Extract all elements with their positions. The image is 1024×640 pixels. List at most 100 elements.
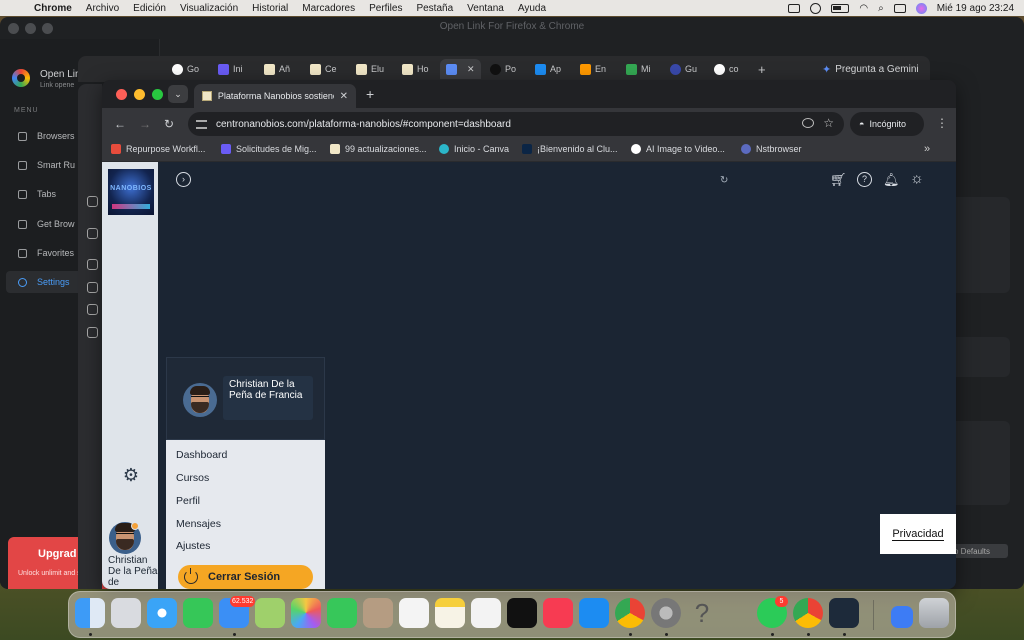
extension-icon[interactable] [87,327,98,338]
apple-tv-icon[interactable] [507,598,537,628]
refresh-icon[interactable]: ↻ [720,175,728,186]
extension-icon[interactable] [87,304,98,315]
menu-ayuda[interactable]: Ayuda [518,3,546,14]
contacts-icon[interactable] [363,598,393,628]
settings-gear-icon[interactable]: ⚙ [120,464,142,486]
mid-tab[interactable]: Ho [402,59,429,79]
sun-theme-icon[interactable]: ☼ [910,170,924,187]
menu-item-dashboard[interactable]: Dashboard [176,449,227,461]
finder-window-icon[interactable] [891,606,913,628]
spotlight-search-icon[interactable]: ⌕ [878,3,884,14]
extension-icon[interactable] [87,282,98,293]
app-store-icon[interactable] [579,598,609,628]
link-icon[interactable] [810,2,822,14]
mid-tab-active[interactable]: ✕ [440,59,481,79]
cart-icon[interactable]: 🛒︎ [830,172,847,188]
tab-search-chevron-icon[interactable]: ⌄ [168,85,188,103]
safari-icon[interactable] [147,598,177,628]
bookmark-star-icon[interactable]: ☆ [823,116,834,130]
mid-tab[interactable]: Ce [310,59,337,79]
mid-tab[interactable]: Mi [626,59,651,79]
freeform-icon[interactable] [471,598,501,628]
extension-icon[interactable] [87,196,98,207]
close-icon[interactable]: ✕ [340,91,348,102]
more-menu-icon[interactable]: ⋮ [936,116,948,130]
extension-icon[interactable] [87,228,98,239]
menu-item-ajustes[interactable]: Ajustes [176,540,210,552]
mid-tab[interactable]: Po [490,59,516,79]
music-icon[interactable] [543,598,573,628]
question-mark-icon[interactable]: ? [687,598,717,628]
bookmark-item[interactable]: Repurpose Workfl... [111,144,205,154]
chrome-apps-icon[interactable] [793,598,823,628]
menu-item-mensajes[interactable]: Mensajes [176,518,221,530]
url-text[interactable]: centronanobios.com/plataforma-nanobios/#… [216,119,511,130]
minimize-window-button[interactable] [134,89,145,100]
control-center-icon[interactable] [893,3,906,13]
mid-tab[interactable]: Elu [356,59,384,79]
zoom-window-button[interactable] [152,89,163,100]
gemini-button[interactable]: ✦ Pregunta a Gemini [822,63,919,76]
active-tab[interactable]: Plataforma Nanobios sostienes ✕ [194,84,356,108]
chrome-icon[interactable] [615,598,645,628]
close-icon[interactable]: ✕ [467,64,475,75]
bookmarks-overflow-icon[interactable]: » [924,143,930,155]
menu-edicion[interactable]: Edición [133,3,166,14]
bookmark-item[interactable]: Inicio - Canva [439,144,509,154]
site-settings-icon[interactable] [196,119,207,129]
photos-icon[interactable] [291,598,321,628]
bookmark-item[interactable]: Nstbrowser [741,144,802,154]
address-bar[interactable]: centronanobios.com/plataforma-nanobios/#… [188,112,844,136]
battery-icon[interactable] [831,3,850,13]
bookmark-item[interactable]: 99 actualizaciones... [330,144,427,154]
menu-visualizacion[interactable]: Visualización [180,3,238,14]
mid-tab[interactable]: Go [172,59,199,79]
facetime-icon[interactable] [327,598,357,628]
bell-icon[interactable]: 🔔︎ [883,172,900,188]
reload-icon[interactable]: ↻ [164,117,174,131]
forward-arrow-icon[interactable]: → [139,117,151,131]
mid-tab[interactable]: En [580,59,606,79]
mid-tab[interactable]: Gu [670,59,697,79]
menu-item-cursos[interactable]: Cursos [176,472,209,484]
back-arrow-icon[interactable]: ← [114,117,126,131]
system-settings-icon[interactable] [651,598,681,628]
menu-marcadores[interactable]: Marcadores [302,3,355,14]
nanobios-logo[interactable]: NANOBIOS [108,169,154,215]
siri-icon[interactable] [915,2,927,14]
menu-pestana[interactable]: Pestaña [416,3,453,14]
privacy-link[interactable]: Privacidad [880,514,956,554]
maps-icon[interactable] [255,598,285,628]
menu-item-perfil[interactable]: Perfil [176,495,200,507]
kindle-icon[interactable] [829,598,859,628]
messages-icon[interactable] [183,598,213,628]
menu-app-name[interactable]: Chrome [34,3,72,14]
wifi-icon[interactable]: ◠ [859,3,868,14]
incognito-badge[interactable]: ◓ Incógnito [850,112,924,136]
menu-historial[interactable]: Historial [252,3,288,14]
reminders-icon[interactable] [399,598,429,628]
eye-off-icon[interactable] [802,118,814,128]
expand-sidebar-chevron-icon[interactable]: › [176,172,191,187]
new-tab-button[interactable]: + [758,59,766,79]
bookmark-item[interactable]: ¡Bienvenido al Clu... [522,144,618,154]
logout-button[interactable]: Cerrar Sesión [178,565,313,589]
reset-defaults-button[interactable]: o Defaults [950,544,1008,558]
mid-tab[interactable]: Ap [535,59,561,79]
menu-perfiles[interactable]: Perfiles [369,3,402,14]
launchpad-icon[interactable] [111,598,141,628]
mid-tab[interactable]: co [714,59,739,79]
menu-archivo[interactable]: Archivo [86,3,119,14]
notes-icon[interactable] [435,598,465,628]
mid-tab[interactable]: Ini [218,59,243,79]
help-icon[interactable]: ? [857,172,872,187]
screen-share-icon[interactable] [788,3,801,13]
trash-icon[interactable] [919,598,949,628]
search-icon[interactable] [87,259,98,270]
bookmark-item[interactable]: AI Image to Video... [631,144,725,154]
bookmark-item[interactable]: Solicitudes de Mig... [221,144,317,154]
finder-icon[interactable] [75,598,105,628]
new-tab-button[interactable]: + [366,86,374,102]
close-window-button[interactable] [116,89,127,100]
menu-datetime[interactable]: Mié 19 ago 23:24 [937,3,1014,14]
